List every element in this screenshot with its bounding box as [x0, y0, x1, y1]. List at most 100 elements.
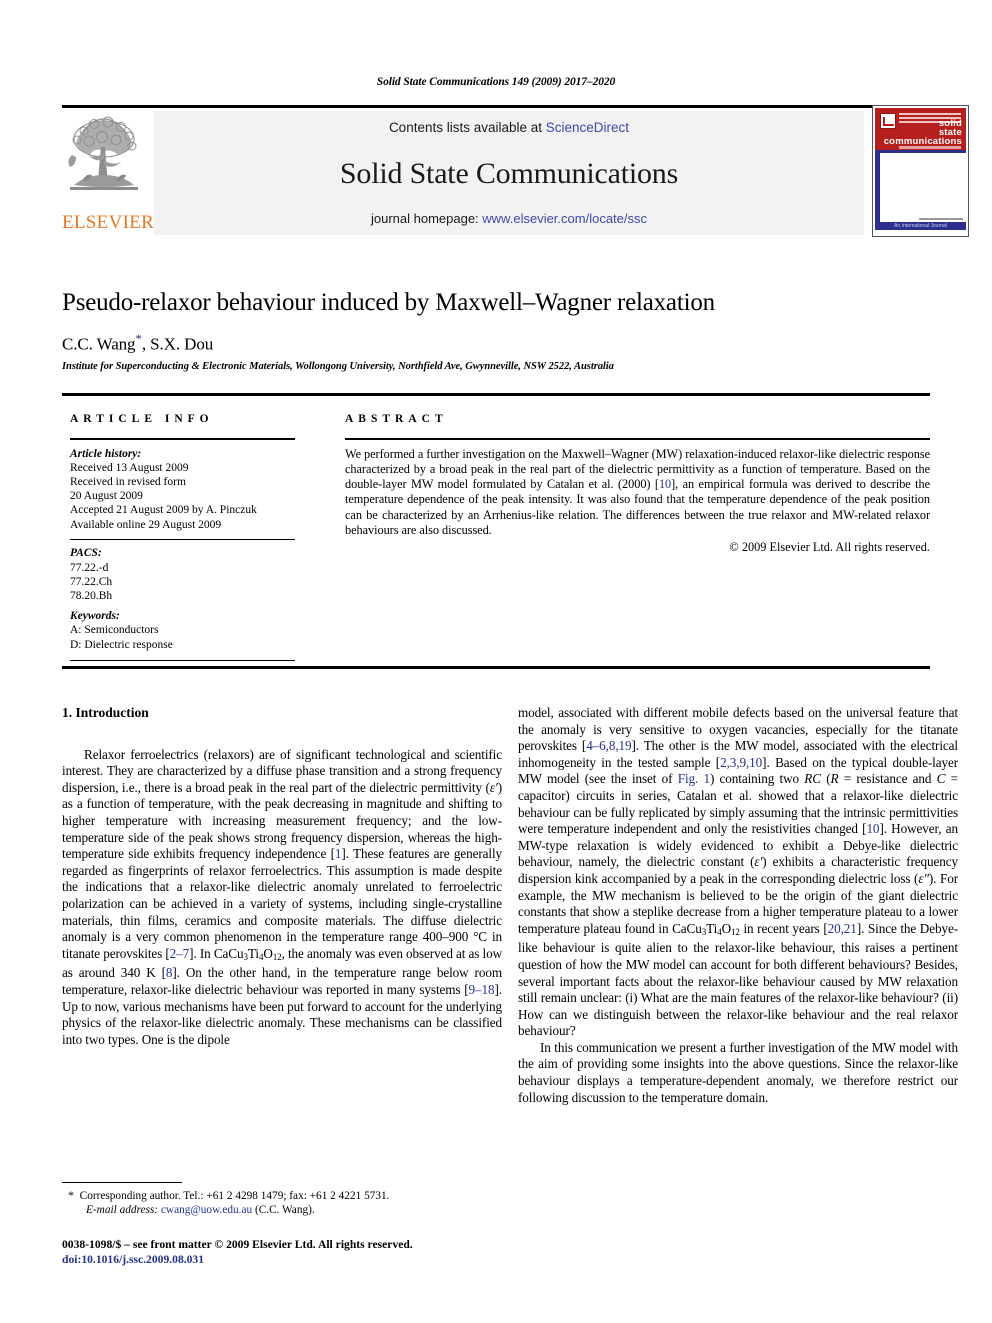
keyword-item: D: Dielectric response	[70, 638, 173, 651]
homepage-prefix: journal homepage:	[370, 211, 483, 226]
subscript: 12	[731, 926, 740, 937]
article-info-heading: ARTICLE INFO	[70, 413, 214, 425]
history-item: Received in revised form	[70, 476, 186, 488]
epsilon-prime-symbol: ε′	[489, 779, 498, 795]
elsevier-wordmark: ELSEVIER	[62, 212, 155, 233]
elsevier-logo: ELSEVIER	[62, 111, 155, 235]
author-rest: , S.X. Dou	[141, 334, 214, 354]
subscript: 12	[272, 951, 282, 962]
citation-20-21[interactable]: 20,21	[828, 921, 857, 936]
cover-footer-text: An International Journal	[894, 223, 947, 229]
sciencedirect-link[interactable]: ScienceDirect	[546, 120, 629, 135]
paper-page: Solid State Communications 149 (2009) 20…	[0, 0, 992, 1323]
text-run: (	[820, 771, 831, 787]
cover-masthead-lines	[899, 113, 961, 115]
cover-left-stripe	[875, 153, 880, 222]
page-title: Pseudo-relaxor behaviour induced by Maxw…	[62, 289, 715, 316]
keywords-group: Keywords: A: Semiconductors D: Dielectri…	[70, 609, 295, 652]
footnote-star-marker: *	[68, 1188, 74, 1202]
pacs-group: PACS: 77.22.-d 77.22.Ch 78.20.Bh	[70, 546, 295, 603]
text-run: O	[263, 945, 273, 961]
abstract-divider	[345, 438, 930, 440]
journal-cover-thumbnail: solid state communications An Internatio…	[872, 105, 969, 237]
footer-issn-block: 0038-1098/$ – see front matter © 2009 El…	[62, 1238, 522, 1267]
journal-masthead: ELSEVIER Contents lists available at Sci…	[62, 105, 969, 237]
figure-reference-1[interactable]: Fig. 1	[678, 771, 710, 786]
citation-4-6-8-19[interactable]: 4–6,8,19	[586, 738, 631, 753]
article-history-group: Article history: Received 13 August 2009…	[70, 447, 295, 532]
article-info-bottom-rule	[70, 659, 295, 662]
cover-footer-lines	[919, 218, 963, 220]
cover-emblem-icon	[880, 113, 896, 129]
journal-homepage-line: journal homepage: www.elsevier.com/locat…	[154, 211, 864, 226]
citation-10[interactable]: 10	[866, 821, 879, 836]
article-info-divider	[70, 438, 295, 440]
text-run: Ti	[247, 945, 259, 961]
footnote-corresponding-author: * Corresponding author. Tel.: +61 2 4298…	[62, 1188, 502, 1217]
abstract-text: We performed a further investigation on …	[345, 447, 930, 539]
abstract-column: ABSTRACT We performed a further investig…	[345, 413, 930, 555]
text-run: Relaxor ferroelectrics (relaxors) are of…	[62, 746, 502, 795]
doi-line: doi:10.1016/j.ssc.2009.08.031	[62, 1253, 522, 1268]
text-run: O	[721, 920, 732, 936]
text-run: Ti	[706, 920, 718, 936]
contents-lists-line: Contents lists available at ScienceDirec…	[154, 120, 864, 135]
masthead-top-rule	[62, 105, 930, 108]
abstract-citation-10[interactable]: 10	[659, 477, 671, 491]
pacs-divider	[70, 538, 295, 541]
rc-symbol: RC	[804, 771, 821, 787]
article-history-label: Article history:	[70, 447, 142, 460]
pacs-label: PACS:	[70, 547, 102, 560]
title-block: Pseudo-relaxor behaviour induced by Maxw…	[62, 288, 930, 372]
email-label: E-mail address:	[86, 1204, 159, 1216]
paragraph: In this communication we present a furth…	[518, 1039, 958, 1105]
text-run: ) containing two	[709, 771, 805, 787]
pacs-item: 78.20.Bh	[70, 590, 113, 603]
text-run: = resistance and	[838, 771, 937, 787]
cover-blue-divider	[875, 150, 966, 153]
article-info-column: ARTICLE INFO Article history: Received 1…	[70, 413, 295, 662]
text-run: ]. Since the Debye-like behaviour is qui…	[518, 920, 958, 1039]
footnote-contact: Corresponding author. Tel.: +61 2 4298 1…	[79, 1190, 390, 1202]
footnote-line-2: E-mail address: cwang@uow.edu.au (C.C. W…	[62, 1203, 502, 1217]
keywords-label: Keywords:	[70, 610, 120, 623]
pacs-item: 77.22.Ch	[70, 575, 113, 588]
cover-subtitle-bar	[899, 146, 961, 149]
cover-red-header: solid state communications	[875, 108, 966, 150]
text-run: ]. These features are generally regarded…	[62, 846, 502, 961]
running-head: Solid State Communications 149 (2009) 20…	[376, 76, 616, 88]
citation-2-3-9-10[interactable]: 2,3,9,10	[720, 755, 762, 770]
info-top-rule	[62, 393, 930, 396]
history-item: Accepted 21 August 2009 by A. Pinczuk	[70, 504, 257, 517]
email-link[interactable]: cwang@uow.edu.au	[161, 1204, 252, 1216]
history-item: Available online 29 August 2009	[70, 518, 222, 531]
body-column-right: model, associated with different mobile …	[518, 705, 958, 1106]
abstract-heading: ABSTRACT	[345, 413, 448, 425]
citation-9-18[interactable]: 9–18	[469, 982, 495, 997]
cover-footer-bar: An International Journal	[875, 222, 966, 230]
elsevier-tree-icon	[68, 116, 138, 190]
keyword-item: A: Semiconductors	[70, 624, 159, 637]
info-bottom-rule	[62, 666, 930, 669]
body-column-left: 1. Introduction Relaxor ferroelectrics (…	[62, 705, 502, 1048]
text-run: ]. In CaCu	[189, 945, 244, 961]
journal-title: Solid State Communications	[339, 157, 679, 190]
issn-line: 0038-1098/$ – see front matter © 2009 El…	[62, 1238, 413, 1251]
journal-banner: Contents lists available at ScienceDirec…	[154, 111, 864, 235]
affiliation: Institute for Superconducting & Electron…	[62, 360, 614, 372]
section-heading-introduction: 1. Introduction	[62, 705, 149, 720]
epsilon-double-prime-symbol: ε″	[918, 870, 929, 886]
author-first: C.C. Wang	[62, 334, 136, 354]
citation-2-7[interactable]: 2–7	[170, 946, 190, 961]
history-item: 20 August 2009	[70, 490, 143, 503]
history-item: Received 13 August 2009	[70, 461, 189, 474]
text-run: in recent years [	[739, 920, 828, 936]
doi-link[interactable]: 10.1016/j.ssc.2009.08.031	[81, 1253, 204, 1266]
journal-homepage-link[interactable]: www.elsevier.com/locate/ssc	[482, 211, 647, 226]
paragraph: Relaxor ferroelectrics (relaxors) are of…	[62, 747, 502, 1049]
footnote-rule	[62, 1182, 182, 1184]
email-owner: (C.C. Wang).	[254, 1204, 315, 1216]
pacs-item: 77.22.-d	[70, 561, 109, 574]
footnote-line-1: * Corresponding author. Tel.: +61 2 4298…	[62, 1188, 502, 1203]
contents-prefix: Contents lists available at	[388, 120, 546, 135]
